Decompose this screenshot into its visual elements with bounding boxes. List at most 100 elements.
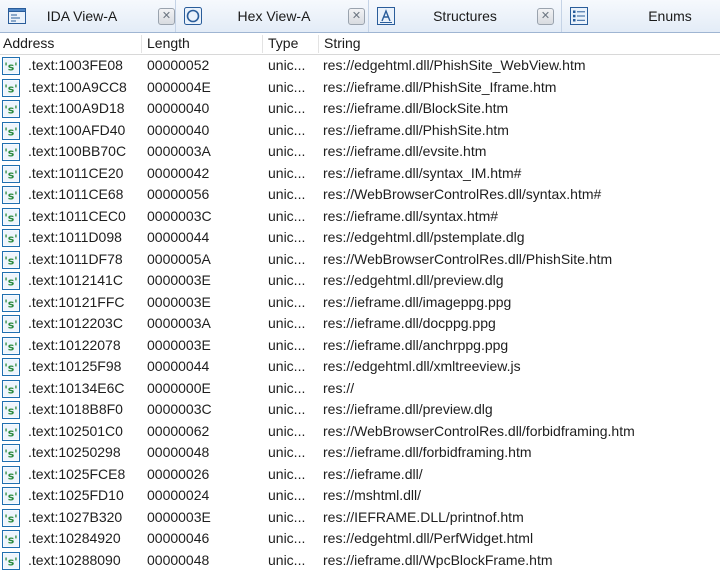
type-cell: unic... <box>268 143 306 159</box>
length-cell: 00000062 <box>147 422 210 439</box>
type-cell: unic... <box>268 551 306 568</box>
table-row[interactable]: 's' .text:100AFD40 00000040 unic... res:… <box>0 120 720 142</box>
length-cell: 0000003A <box>147 315 211 331</box>
svg-text:'s': 's' <box>4 233 17 246</box>
length-cell: 0000003A <box>147 143 211 159</box>
string-cell: res://IEFRAME.DLL/printnof.htm <box>323 508 524 525</box>
svg-text:'s': 's' <box>4 512 17 525</box>
column-divider[interactable] <box>318 35 319 53</box>
svg-text:'s': 's' <box>4 340 17 353</box>
string-item-icon: 's' <box>2 78 20 97</box>
column-divider[interactable] <box>141 35 142 53</box>
string-cell: res://edgehtml.dll/xmltreeview.js <box>323 358 521 374</box>
column-divider[interactable] <box>262 35 263 53</box>
column-header-string[interactable]: String <box>324 35 361 51</box>
close-icon[interactable]: ✕ <box>348 7 365 25</box>
table-row[interactable]: 's' .text:1011CE68 00000056 unic... res:… <box>0 184 720 206</box>
tab-enums[interactable]: Enums <box>562 0 720 32</box>
table-row[interactable]: 's' .text:1025FD10 00000024 unic... res:… <box>0 485 720 507</box>
type-cell: unic... <box>268 207 306 224</box>
table-row[interactable]: 's' .text:1011DF78 0000005A unic... res:… <box>0 249 720 271</box>
type-cell: unic... <box>268 293 306 310</box>
tab-ida-view-a[interactable]: IDA View-A ✕ <box>0 0 176 32</box>
enums-icon <box>570 7 588 25</box>
tab-structures[interactable]: Structures ✕ <box>369 0 562 32</box>
string-item-icon: 's' <box>2 422 20 441</box>
svg-text:'s': 's' <box>4 254 17 267</box>
table-row[interactable]: 's' .text:100A9D18 00000040 unic... res:… <box>0 98 720 120</box>
type-cell: unic... <box>268 508 306 525</box>
tab-label: IDA View-A <box>46 8 118 24</box>
table-row[interactable]: 's' .text:1011CEC0 0000003C unic... res:… <box>0 206 720 228</box>
table-row[interactable]: 's' .text:1011D098 00000044 unic... res:… <box>0 227 720 249</box>
close-icon[interactable]: ✕ <box>537 7 554 25</box>
address-cell: .text:1012141C <box>28 272 123 288</box>
tab-label: Hex View-A <box>237 8 311 24</box>
length-cell: 00000046 <box>147 530 210 546</box>
table-row[interactable]: 's' .text:10250298 00000048 unic... res:… <box>0 442 720 464</box>
string-cell: res://ieframe.dll/preview.dlg <box>323 401 493 417</box>
type-cell: unic... <box>268 487 306 503</box>
type-cell: unic... <box>268 250 306 267</box>
string-cell: res://mshtml.dll/ <box>323 487 422 503</box>
table-row[interactable]: 's' .text:1012141C 0000003E unic... res:… <box>0 270 720 292</box>
string-cell: res://ieframe.dll/evsite.htm <box>323 143 487 159</box>
address-cell: .text:1011DF78 <box>28 250 123 267</box>
address-cell: .text:1025FCE8 <box>28 465 126 482</box>
table-row[interactable]: 's' .text:10134E6C 0000000E unic... res:… <box>0 378 720 400</box>
type-cell: unic... <box>268 465 306 482</box>
table-row[interactable]: 's' .text:1011CE20 00000042 unic... res:… <box>0 163 720 185</box>
table-row[interactable]: 's' .text:102501C0 00000062 unic... res:… <box>0 421 720 443</box>
type-cell: unic... <box>268 100 306 116</box>
table-row[interactable]: 's' .text:10288090 00000048 unic... res:… <box>0 550 720 572</box>
type-cell: unic... <box>268 315 306 331</box>
string-item-icon: 's' <box>2 487 20 505</box>
length-cell: 0000005A <box>147 250 211 267</box>
length-cell: 0000003E <box>147 293 211 310</box>
table-row[interactable]: 's' .text:100A9CC8 0000004E unic... res:… <box>0 77 720 99</box>
table-row[interactable]: 's' .text:10284920 00000046 unic... res:… <box>0 528 720 550</box>
tab-bar: IDA View-A ✕ Hex View-A ✕ Structures ✕ E… <box>0 0 720 33</box>
hex-view-icon <box>184 7 202 25</box>
table-row[interactable]: 's' .text:1003FE08 00000052 unic... res:… <box>0 55 720 77</box>
ida-view-icon <box>8 7 26 25</box>
table-row[interactable]: 's' .text:1018B8F0 0000003C unic... res:… <box>0 399 720 421</box>
string-item-icon: 's' <box>2 336 20 355</box>
table-row[interactable]: 's' .text:100BB70C 0000003A unic... res:… <box>0 141 720 163</box>
address-cell: .text:10250298 <box>28 444 121 460</box>
type-cell: unic... <box>268 379 306 396</box>
string-item-icon: 's' <box>2 57 20 75</box>
length-cell: 0000003C <box>147 207 212 224</box>
length-cell: 00000048 <box>147 444 210 460</box>
address-cell: .text:100A9D18 <box>28 100 125 116</box>
column-header-type[interactable]: Type <box>268 35 298 51</box>
table-row[interactable]: 's' .text:10122078 0000003E unic... res:… <box>0 335 720 357</box>
tab-hex-view-a[interactable]: Hex View-A ✕ <box>176 0 369 32</box>
svg-text:'s': 's' <box>4 491 17 504</box>
address-cell: .text:1011CE68 <box>28 186 124 202</box>
string-item-icon: 's' <box>2 379 20 398</box>
type-cell: unic... <box>268 229 306 245</box>
address-cell: .text:100BB70C <box>28 143 127 159</box>
type-cell: unic... <box>268 401 306 417</box>
svg-text:'s': 's' <box>4 426 17 439</box>
svg-text:'s': 's' <box>4 190 17 203</box>
table-row[interactable]: 's' .text:1025FCE8 00000026 unic... res:… <box>0 464 720 486</box>
table-row[interactable]: 's' .text:1027B320 0000003E unic... res:… <box>0 507 720 529</box>
table-row[interactable]: 's' .text:10121FFC 0000003E unic... res:… <box>0 292 720 314</box>
string-item-icon: 's' <box>2 401 20 419</box>
close-icon[interactable]: ✕ <box>158 7 175 25</box>
type-cell: unic... <box>268 272 306 288</box>
svg-text:'s': 's' <box>4 319 17 332</box>
type-cell: unic... <box>268 358 306 374</box>
table-row[interactable]: 's' .text:10125F98 00000044 unic... res:… <box>0 356 720 378</box>
svg-text:'s': 's' <box>4 362 17 375</box>
string-item-icon: 's' <box>2 229 20 247</box>
string-cell: res://ieframe.dll/WpcBlockFrame.htm <box>323 551 553 568</box>
column-header-length[interactable]: Length <box>147 35 190 51</box>
length-cell: 0000003E <box>147 508 211 525</box>
table-row[interactable]: 's' .text:1012203C 0000003A unic... res:… <box>0 313 720 335</box>
address-cell: .text:1011D098 <box>28 229 122 245</box>
address-cell: .text:1025FD10 <box>28 487 124 503</box>
column-header-address[interactable]: Address <box>3 35 54 51</box>
